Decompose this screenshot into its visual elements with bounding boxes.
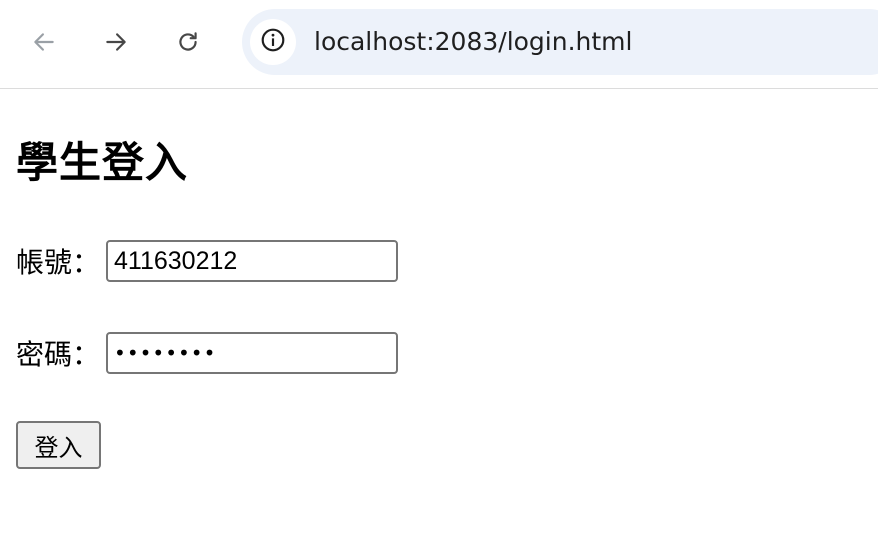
forward-button[interactable] xyxy=(96,22,136,62)
arrow-right-icon xyxy=(103,29,129,55)
account-row: 帳號： xyxy=(16,239,399,283)
password-row: 密碼： xyxy=(16,331,399,375)
site-info-button[interactable] xyxy=(250,19,296,65)
password-input[interactable] xyxy=(106,332,399,374)
page-title: 學生登入 xyxy=(16,138,189,187)
password-label: 密碼： xyxy=(16,338,101,371)
login-button[interactable]: 登入 xyxy=(16,421,101,469)
account-label: 帳號： xyxy=(16,246,101,279)
reload-button[interactable] xyxy=(168,22,208,62)
back-button[interactable] xyxy=(24,22,64,62)
info-icon xyxy=(260,27,286,57)
account-input[interactable] xyxy=(106,240,399,282)
reload-icon xyxy=(175,29,201,55)
address-bar[interactable]: localhost:2083/login.html xyxy=(242,9,878,75)
url-text[interactable]: localhost:2083/login.html xyxy=(314,9,632,75)
arrow-left-icon xyxy=(31,29,57,55)
browser-toolbar: localhost:2083/login.html xyxy=(0,0,878,89)
login-page: 學生登入 帳號： 密碼： 登入 xyxy=(0,89,878,540)
